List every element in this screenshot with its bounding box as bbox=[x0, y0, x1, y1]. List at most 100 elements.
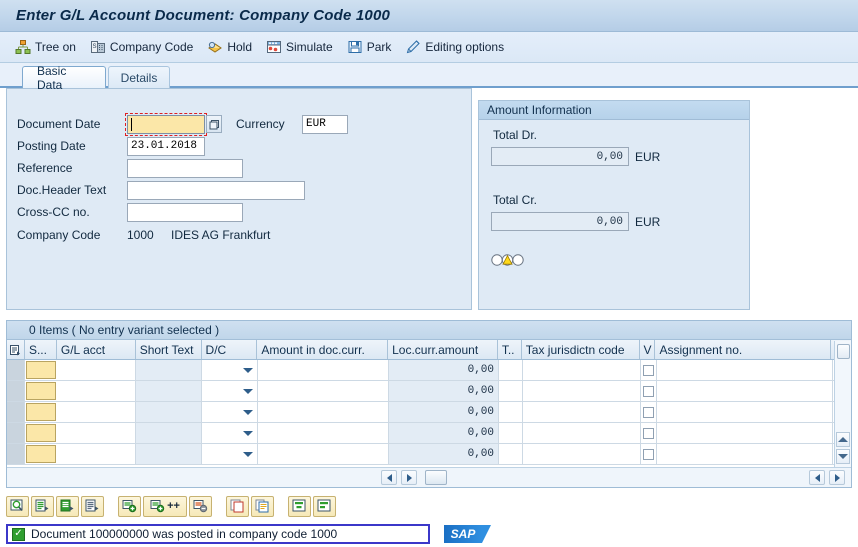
table-row[interactable]: 0,00 bbox=[7, 360, 851, 381]
vscroll-thumb[interactable] bbox=[836, 344, 850, 359]
cell-status[interactable] bbox=[26, 382, 56, 400]
hscroll-page-right-button[interactable] bbox=[829, 470, 845, 485]
cell-tax-jurisdiction[interactable] bbox=[523, 423, 641, 443]
cell-gl-acct[interactable] bbox=[57, 381, 136, 401]
document-date-input[interactable] bbox=[125, 112, 207, 136]
cell-tax[interactable] bbox=[499, 381, 523, 401]
table-row[interactable]: 0,00 bbox=[7, 381, 851, 402]
cell-status[interactable] bbox=[26, 361, 56, 379]
column-header-assignment[interactable]: Assignment no. bbox=[655, 340, 832, 359]
document-date-search-help-button[interactable] bbox=[206, 115, 222, 133]
row-selector[interactable] bbox=[7, 402, 25, 422]
cell-assignment[interactable] bbox=[657, 381, 833, 401]
checkbox[interactable] bbox=[643, 364, 654, 376]
sort-ascending-button[interactable] bbox=[288, 495, 311, 517]
cell-tax[interactable] bbox=[499, 423, 523, 443]
row-selector[interactable] bbox=[7, 360, 25, 380]
cell-loc-amount[interactable]: 0,00 bbox=[389, 360, 499, 380]
column-header-selector[interactable] bbox=[7, 340, 25, 359]
cell-tax-jurisdiction[interactable] bbox=[523, 444, 641, 464]
copy-document-button[interactable] bbox=[251, 495, 274, 517]
chevron-down-icon[interactable] bbox=[243, 367, 253, 373]
cell-short-text[interactable] bbox=[136, 402, 202, 422]
cell-short-text[interactable] bbox=[136, 381, 202, 401]
cell-gl-acct[interactable] bbox=[57, 402, 136, 422]
cell-v[interactable] bbox=[641, 402, 657, 422]
column-header-loc-amount[interactable]: Loc.curr.amount bbox=[388, 340, 498, 359]
cell-amount-doc[interactable] bbox=[258, 402, 389, 422]
row-selector[interactable] bbox=[7, 381, 25, 401]
cross-cc-no-input[interactable] bbox=[127, 202, 243, 222]
cell-dc[interactable] bbox=[202, 381, 258, 401]
cell-v[interactable] bbox=[641, 381, 657, 401]
cell-tax-jurisdiction[interactable] bbox=[523, 360, 641, 380]
hscroll-left-button[interactable] bbox=[381, 470, 397, 485]
cell-loc-amount[interactable]: 0,00 bbox=[389, 402, 499, 422]
row-selector[interactable] bbox=[7, 444, 25, 464]
tree-on-button[interactable]: Tree on bbox=[8, 35, 83, 59]
column-header-amount-doc[interactable]: Amount in doc.curr. bbox=[257, 340, 389, 359]
checkbox[interactable] bbox=[643, 448, 654, 460]
reference-input[interactable] bbox=[127, 158, 243, 178]
column-header-status[interactable]: S... bbox=[25, 340, 57, 359]
cell-gl-acct[interactable] bbox=[57, 444, 136, 464]
cell-short-text[interactable] bbox=[136, 360, 202, 380]
table-row[interactable]: 0,00 bbox=[7, 423, 851, 444]
column-header-tax[interactable]: T.. bbox=[498, 340, 522, 359]
cell-tax-jurisdiction[interactable] bbox=[523, 402, 641, 422]
cell-tax[interactable] bbox=[499, 402, 523, 422]
cell-status[interactable] bbox=[26, 403, 56, 421]
sort-descending-button[interactable] bbox=[313, 495, 336, 517]
cell-status[interactable] bbox=[26, 424, 56, 442]
posting-date-input[interactable]: 23.01.2018 bbox=[127, 136, 205, 156]
cell-assignment[interactable] bbox=[657, 444, 833, 464]
company-code-button[interactable]: S Company Code bbox=[83, 35, 200, 59]
cell-short-text[interactable] bbox=[136, 444, 202, 464]
insert-line-button[interactable] bbox=[118, 495, 141, 517]
cell-v[interactable] bbox=[641, 360, 657, 380]
cell-amount-doc[interactable] bbox=[258, 381, 389, 401]
table-row[interactable]: 0,00 bbox=[7, 402, 851, 423]
cell-v[interactable] bbox=[641, 444, 657, 464]
cell-dc[interactable] bbox=[202, 402, 258, 422]
doc-header-text-input[interactable] bbox=[127, 180, 305, 200]
cell-dc[interactable] bbox=[202, 444, 258, 464]
checkbox[interactable] bbox=[643, 406, 654, 418]
hscroll-right-button[interactable] bbox=[401, 470, 417, 485]
cell-tax-jurisdiction[interactable] bbox=[523, 381, 641, 401]
table-row[interactable]: 0,00 bbox=[7, 444, 851, 465]
cell-tax[interactable] bbox=[499, 360, 523, 380]
grid-horizontal-scrollbar[interactable] bbox=[7, 467, 851, 487]
cell-loc-amount[interactable]: 0,00 bbox=[389, 423, 499, 443]
change-lines-button[interactable] bbox=[81, 495, 104, 517]
insert-multiple-lines-button[interactable]: ++ bbox=[143, 495, 187, 517]
grid-vertical-scrollbar[interactable] bbox=[834, 341, 851, 467]
chevron-down-icon[interactable] bbox=[243, 451, 253, 457]
tab-basic-data[interactable]: Basic Data bbox=[22, 64, 106, 92]
column-header-dc[interactable]: D/C bbox=[202, 340, 258, 359]
currency-input[interactable]: EUR bbox=[302, 114, 348, 134]
hscroll-thumb[interactable] bbox=[425, 470, 447, 485]
cell-amount-doc[interactable] bbox=[258, 423, 389, 443]
cell-gl-acct[interactable] bbox=[57, 360, 136, 380]
hold-button[interactable]: Hold bbox=[200, 35, 259, 59]
park-button[interactable]: Park bbox=[340, 35, 399, 59]
status-message-box[interactable]: ✓ Document 100000000 was posted in compa… bbox=[6, 524, 430, 544]
cell-assignment[interactable] bbox=[657, 423, 833, 443]
column-header-tax-jurisdiction[interactable]: Tax jurisdictn code bbox=[522, 340, 640, 359]
row-selector[interactable] bbox=[7, 423, 25, 443]
checkbox[interactable] bbox=[643, 385, 654, 397]
delete-line-button[interactable] bbox=[189, 495, 212, 517]
cell-amount-doc[interactable] bbox=[258, 360, 389, 380]
column-header-short-text[interactable]: Short Text bbox=[136, 340, 202, 359]
cell-loc-amount[interactable]: 0,00 bbox=[389, 444, 499, 464]
cell-dc[interactable] bbox=[202, 423, 258, 443]
cell-dc[interactable] bbox=[202, 360, 258, 380]
column-header-v[interactable]: V bbox=[640, 340, 656, 359]
simulate-button[interactable]: Simulate bbox=[259, 35, 340, 59]
column-header-gl-acct[interactable]: G/L acct bbox=[57, 340, 136, 359]
copy-screen-button[interactable] bbox=[226, 495, 249, 517]
cell-gl-acct[interactable] bbox=[57, 423, 136, 443]
cell-v[interactable] bbox=[641, 423, 657, 443]
hscroll-page-left-button[interactable] bbox=[809, 470, 825, 485]
